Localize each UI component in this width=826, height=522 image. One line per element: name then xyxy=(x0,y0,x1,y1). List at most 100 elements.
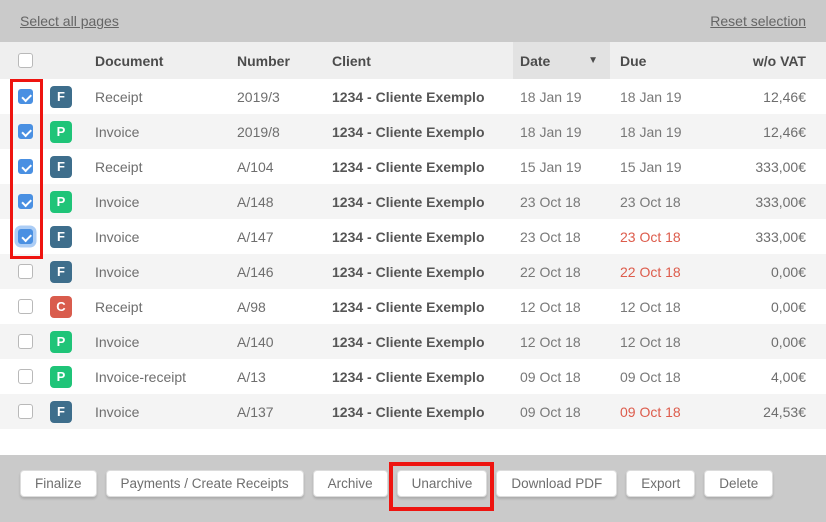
status-badge: P xyxy=(50,330,72,353)
select-all-pages-link[interactable]: Select all pages xyxy=(20,13,119,29)
status-badge: C xyxy=(50,295,72,318)
document-number: A/146 xyxy=(237,263,274,280)
client-name: 1234 - Cliente Exemplo xyxy=(332,228,485,245)
date-header-label: Date xyxy=(520,52,551,69)
document-type: Invoice xyxy=(95,123,140,140)
delete-button[interactable]: Delete xyxy=(704,470,774,497)
status-badge: F xyxy=(50,400,72,423)
due-date-value: 22 Oct 18 xyxy=(620,263,681,280)
document-type: Invoice xyxy=(95,228,140,245)
row-checkbox[interactable] xyxy=(18,299,33,314)
document-type: Invoice-receipt xyxy=(95,368,187,385)
table-row: F Invoice A/146 1234 - Cliente Exemplo 2… xyxy=(0,254,826,289)
date-value: 23 Oct 18 xyxy=(520,228,581,245)
payments-create-receipts-button[interactable]: Payments / Create Receipts xyxy=(105,470,304,497)
row-checkbox[interactable] xyxy=(18,89,33,104)
due-date-value: 23 Oct 18 xyxy=(620,193,681,210)
client-name: 1234 - Cliente Exemplo xyxy=(332,158,485,175)
due-date-value: 09 Oct 18 xyxy=(620,403,681,420)
table-row: F Receipt 2019/3 1234 - Cliente Exemplo … xyxy=(0,79,826,114)
row-checkbox[interactable] xyxy=(18,264,33,279)
table-row: F Invoice A/137 1234 - Cliente Exemplo 0… xyxy=(0,394,826,429)
client-name: 1234 - Cliente Exemplo xyxy=(332,263,485,280)
column-header-number[interactable]: Number xyxy=(237,53,332,69)
date-value: 12 Oct 18 xyxy=(520,298,581,315)
table-header: Document Number Client Date ▼ Due w/o VA… xyxy=(0,42,826,79)
amount-wo-vat: 0,00€ xyxy=(770,263,806,280)
amount-wo-vat: 333,00€ xyxy=(755,193,806,210)
document-number: 2019/3 xyxy=(237,88,280,105)
column-header-document[interactable]: Document xyxy=(95,53,237,69)
client-name: 1234 - Cliente Exemplo xyxy=(332,333,485,350)
finalize-button[interactable]: Finalize xyxy=(20,470,97,497)
document-type: Invoice xyxy=(95,193,140,210)
table-row: P Invoice A/140 1234 - Cliente Exemplo 1… xyxy=(0,324,826,359)
column-header-date[interactable]: Date ▼ xyxy=(513,42,610,79)
row-checkbox[interactable] xyxy=(18,334,33,349)
client-name: 1234 - Cliente Exemplo xyxy=(332,368,485,385)
status-badge: F xyxy=(50,85,72,108)
document-number: A/137 xyxy=(237,403,274,420)
date-value: 22 Oct 18 xyxy=(520,263,581,280)
document-type: Invoice xyxy=(95,403,140,420)
document-number: A/98 xyxy=(237,298,266,315)
status-badge: P xyxy=(50,365,72,388)
export-button[interactable]: Export xyxy=(626,470,696,497)
date-value: 12 Oct 18 xyxy=(520,333,581,350)
row-checkbox[interactable] xyxy=(18,194,33,209)
amount-wo-vat: 24,53€ xyxy=(763,403,806,420)
date-value: 09 Oct 18 xyxy=(520,368,581,385)
client-name: 1234 - Cliente Exemplo xyxy=(332,88,485,105)
archive-button[interactable]: Archive xyxy=(312,470,388,497)
document-number: A/104 xyxy=(237,158,274,175)
reset-selection-link[interactable]: Reset selection xyxy=(710,13,806,29)
document-number: 2019/8 xyxy=(237,123,280,140)
status-badge: P xyxy=(50,120,72,143)
row-checkbox[interactable] xyxy=(18,229,33,244)
amount-wo-vat: 333,00€ xyxy=(755,158,806,175)
column-header-due[interactable]: Due xyxy=(610,53,715,69)
due-date-value: 18 Jan 19 xyxy=(620,123,682,140)
document-type: Receipt xyxy=(95,158,143,175)
document-number: A/147 xyxy=(237,228,274,245)
document-type: Invoice xyxy=(95,263,140,280)
date-value: 18 Jan 19 xyxy=(520,88,582,105)
amount-wo-vat: 0,00€ xyxy=(770,298,806,315)
selection-toolbar: Select all pages Reset selection xyxy=(0,0,826,42)
due-date-value: 15 Jan 19 xyxy=(620,158,682,175)
date-value: 23 Oct 18 xyxy=(520,193,581,210)
status-badge: F xyxy=(50,260,72,283)
row-checkbox[interactable] xyxy=(18,404,33,419)
select-all-checkbox[interactable] xyxy=(18,53,33,68)
document-type: Invoice xyxy=(95,333,140,350)
client-name: 1234 - Cliente Exemplo xyxy=(332,403,485,420)
status-badge: F xyxy=(50,155,72,178)
document-type: Receipt xyxy=(95,298,143,315)
table-row: P Invoice A/148 1234 - Cliente Exemplo 2… xyxy=(0,184,826,219)
row-checkbox[interactable] xyxy=(18,159,33,174)
actions-toolbar: Finalize Payments / Create Receipts Archiv… xyxy=(0,455,826,522)
document-number: A/13 xyxy=(237,368,266,385)
table-row: F Receipt A/104 1234 - Cliente Exemplo 1… xyxy=(0,149,826,184)
highlighted-button-wrapper: Unarchive xyxy=(388,462,495,511)
table-row: P Invoice-receipt A/13 1234 - Cliente Ex… xyxy=(0,359,826,394)
client-name: 1234 - Cliente Exemplo xyxy=(332,193,485,210)
column-header-vat[interactable]: w/o VAT xyxy=(715,53,826,69)
table-row: F Invoice A/147 1234 - Cliente Exemplo 2… xyxy=(0,219,826,254)
column-header-client[interactable]: Client xyxy=(332,53,513,69)
table-row: P Invoice 2019/8 1234 - Cliente Exemplo … xyxy=(0,114,826,149)
amount-wo-vat: 333,00€ xyxy=(755,228,806,245)
status-badge: F xyxy=(50,225,72,248)
table-row: C Receipt A/98 1234 - Cliente Exemplo 12… xyxy=(0,289,826,324)
due-date-value: 09 Oct 18 xyxy=(620,368,681,385)
client-name: 1234 - Cliente Exemplo xyxy=(332,298,485,315)
row-checkbox[interactable] xyxy=(18,124,33,139)
amount-wo-vat: 12,46€ xyxy=(763,88,806,105)
row-checkbox[interactable] xyxy=(18,369,33,384)
download-pdf-button[interactable]: Download PDF xyxy=(496,470,618,497)
document-number: A/148 xyxy=(237,193,274,210)
document-type: Receipt xyxy=(95,88,143,105)
unarchive-button[interactable]: Unarchive xyxy=(396,470,488,497)
date-value: 15 Jan 19 xyxy=(520,158,582,175)
amount-wo-vat: 12,46€ xyxy=(763,123,806,140)
